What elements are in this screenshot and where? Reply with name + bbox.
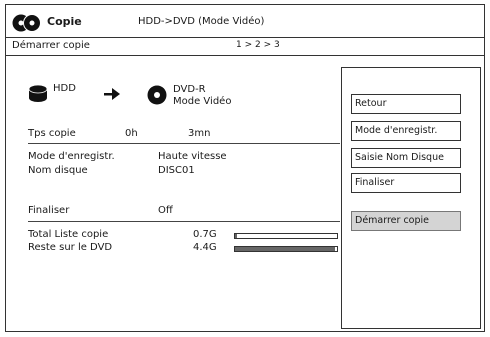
hdd-icon (28, 84, 48, 102)
rec-mode-button[interactable]: Mode d'enregistr. (351, 121, 461, 141)
arrow-right-icon (104, 88, 120, 100)
finalize-button[interactable]: Finaliser (351, 173, 461, 193)
target-line2: Mode Vidéo (173, 96, 232, 107)
mode-title: HDD->DVD (Mode Vidéo) (138, 16, 265, 27)
step-indicator: 1 > 2 > 3 (236, 40, 280, 50)
dvd-logo-icon (12, 14, 41, 32)
divider (28, 221, 340, 222)
rec-mode-value: Haute vitesse (158, 151, 227, 162)
remaining-dvd-bar-fill (235, 247, 335, 251)
step-label: Démarrer copie (12, 40, 90, 51)
finalize-label: Finaliser (28, 205, 70, 216)
copy-window: Copie HDD->DVD (Mode Vidéo) Démarrer cop… (5, 4, 485, 332)
total-copy-bar-fill (235, 234, 238, 238)
divider (28, 143, 340, 144)
disc-icon (147, 85, 167, 105)
step-bar: Démarrer copie 1 > 2 > 3 (6, 37, 484, 56)
copy-info-panel: HDD DVD-R Mode Vidéo Tps copie 0h 3mn Mo… (6, 55, 341, 331)
total-copy-bar (234, 233, 338, 239)
copy-time-label: Tps copie (28, 128, 76, 139)
total-copy-value: 0.7G (193, 229, 217, 240)
finalize-value: Off (158, 205, 173, 216)
rec-mode-label: Mode d'enregistr. (28, 151, 115, 162)
title-bar: Copie HDD->DVD (Mode Vidéo) (6, 5, 484, 37)
disc-name-label: Nom disque (28, 165, 88, 176)
app-title: Copie (47, 15, 82, 28)
copy-time-minutes: 3mn (188, 128, 211, 139)
start-copy-button[interactable]: Démarrer copie (351, 211, 461, 231)
target-line1: DVD-R (173, 84, 206, 95)
total-copy-label: Total Liste copie (28, 229, 109, 240)
disc-name-button[interactable]: Saisie Nom Disque (351, 148, 461, 168)
copy-time-hours: 0h (125, 128, 138, 139)
action-menu: Retour Mode d'enregistr. Saisie Nom Disq… (341, 67, 481, 329)
source-label: HDD (53, 83, 76, 94)
remaining-dvd-label: Reste sur le DVD (28, 242, 113, 253)
remaining-dvd-bar (234, 246, 338, 252)
back-button[interactable]: Retour (351, 94, 461, 114)
disc-name-value: DISC01 (158, 165, 195, 176)
remaining-dvd-value: 4.4G (193, 242, 217, 253)
